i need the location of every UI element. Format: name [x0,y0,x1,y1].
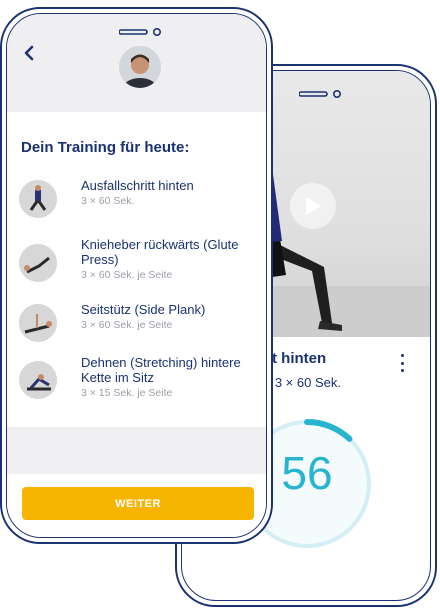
exercise-name: Dehnen (Stretching) hintere Kette im Sit… [81,355,241,385]
trainer-avatar [119,46,161,88]
back-phone-notch [298,87,345,105]
exercise-thumbnail [19,361,57,399]
exercise-name: Ausfallschritt hinten [81,178,194,193]
list-item[interactable]: Dehnen (Stretching) hintere Kette im Sit… [19,355,254,407]
weiter-button[interactable]: WEITER [22,487,254,520]
exercise-meta: 3 × 60 Sek. [81,195,135,207]
footer: WEITER [7,474,266,537]
exercise-name: Seitstütz (Side Plank) [81,302,206,317]
training-list-card: Dein Training für heute: Ausfallschritt … [7,112,266,427]
front-phone-screen: Dein Training für heute: Ausfallschritt … [6,13,267,538]
list-item[interactable]: Ausfallschritt hinten 3 × 60 Sek. [19,178,254,230]
exercise-thumbnail [19,180,57,218]
exercise-meta: 3 × 15 Sek. je Seite [81,387,173,399]
front-header [7,14,266,112]
list-item[interactable]: Seitstütz (Side Plank) 3 × 60 Sek. je Se… [19,302,254,354]
exercise-meta: 3 × 60 Sek. je Seite [81,319,173,331]
chevron-left-icon[interactable] [21,44,37,62]
exercise-thumbnail [19,244,57,282]
kebab-menu-icon[interactable] [396,354,408,372]
exercise-thumbnail [19,304,57,342]
exercise-meta: 3 × 60 Sek. je Seite [81,269,173,281]
list-item[interactable]: Knieheber rückwärts (Glute Press) 3 × 60… [19,237,254,289]
play-icon [306,197,321,215]
front-phone-notch [118,25,165,43]
page-title: Dein Training für heute: [21,139,190,156]
play-button[interactable] [290,183,336,229]
front-phone-frame: Dein Training für heute: Ausfallschritt … [0,7,273,544]
exercise-name: Knieheber rückwärts (Glute Press) [81,237,239,267]
